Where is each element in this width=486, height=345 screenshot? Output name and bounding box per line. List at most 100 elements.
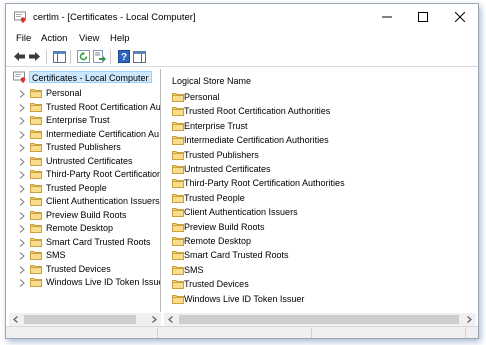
column-header-logical-store-name[interactable]: Logical Store Name xyxy=(172,76,251,86)
scroll-left-button[interactable] xyxy=(164,313,177,326)
properties-button[interactable] xyxy=(132,49,147,64)
scroll-right-button[interactable] xyxy=(463,313,476,326)
list-item-label: Personal xyxy=(184,92,220,102)
tree-item-label: Preview Build Roots xyxy=(46,209,127,220)
list-item-label: Remote Desktop xyxy=(184,236,252,246)
chevron-right-icon[interactable] xyxy=(19,238,25,247)
tree-item-label: Trusted Devices xyxy=(46,263,111,274)
close-icon xyxy=(455,12,465,22)
tree-item-label: SMS xyxy=(46,250,66,260)
scroll-left-button[interactable] xyxy=(9,313,22,326)
tree-item-label: Windows Live ID Token Issuer xyxy=(46,277,161,287)
tree-item[interactable]: Trusted Devices xyxy=(9,263,160,276)
list-item-label: Smart Card Trusted Roots xyxy=(184,250,289,261)
tree-item[interactable]: Trusted People xyxy=(9,182,160,195)
folder-icon xyxy=(172,164,184,174)
tree-item-label: Client Authentication Issuers xyxy=(46,196,160,206)
tree-item[interactable]: Trusted Publishers xyxy=(9,141,160,154)
tree-item[interactable]: Smart Card Trusted Roots xyxy=(9,236,160,249)
folder-icon xyxy=(30,169,42,179)
status-cell xyxy=(312,328,466,338)
app-window: certlm - [Certificates - Local Computer]… xyxy=(5,3,479,339)
tree-item[interactable]: Third-Party Root Certification xyxy=(9,168,161,181)
help-button[interactable]: ? xyxy=(116,49,131,64)
chevron-right-icon[interactable] xyxy=(19,265,25,274)
chevron-right-icon[interactable] xyxy=(19,225,25,233)
chevron-right-icon[interactable] xyxy=(19,171,25,179)
folder-icon xyxy=(172,236,184,246)
menu-action[interactable]: Action xyxy=(41,33,67,44)
tree-item[interactable]: Untrusted Certificates xyxy=(9,155,160,168)
tree-item[interactable]: Enterprise Trust xyxy=(9,114,160,127)
folder-icon xyxy=(172,222,184,232)
tree-item-label: Third-Party Root Certification xyxy=(46,169,161,179)
chevron-left-icon xyxy=(13,316,18,323)
list-item-label: SMS xyxy=(184,264,204,275)
chevron-right-icon[interactable] xyxy=(19,117,25,125)
tree-item[interactable]: SMS xyxy=(9,249,160,262)
chevron-left-icon xyxy=(168,316,173,323)
folder-icon xyxy=(30,264,42,274)
chevron-right-icon[interactable] xyxy=(19,184,25,193)
chevron-right-icon[interactable] xyxy=(19,252,25,260)
chevron-right-icon[interactable] xyxy=(19,279,25,287)
chevron-right-icon[interactable] xyxy=(19,157,25,166)
tree-item[interactable]: Intermediate Certification Au xyxy=(9,128,160,141)
properties-icon xyxy=(133,50,146,63)
scroll-right-button[interactable] xyxy=(148,313,161,326)
tree-item[interactable]: Remote Desktop xyxy=(9,222,160,235)
forward-button[interactable] xyxy=(27,49,42,64)
show-console-tree-button[interactable] xyxy=(52,49,67,64)
close-button[interactable] xyxy=(442,4,478,30)
folder-icon xyxy=(30,183,42,193)
menu-view[interactable]: View xyxy=(79,33,99,44)
scroll-thumb[interactable] xyxy=(179,315,459,324)
folder-icon xyxy=(30,156,42,166)
folder-icon xyxy=(172,92,184,102)
tree-item[interactable]: Trusted Root Certification Au xyxy=(9,101,160,114)
tree-item[interactable]: Preview Build Roots xyxy=(9,209,160,222)
folder-icon xyxy=(172,150,184,160)
list-item-label: Untrusted Certificates xyxy=(184,164,271,174)
folder-icon xyxy=(30,196,42,206)
tree-horizontal-scrollbar[interactable] xyxy=(9,313,161,326)
tree-item[interactable]: Windows Live ID Token Issuer xyxy=(9,276,161,289)
export-list-button[interactable] xyxy=(92,49,107,64)
folder-icon xyxy=(30,277,42,287)
toolbar-separator xyxy=(70,50,71,64)
tree-item[interactable]: Personal xyxy=(9,87,160,100)
back-arrow-icon xyxy=(14,52,25,61)
folder-icon xyxy=(172,294,184,304)
list-item-label: Trusted Publishers xyxy=(184,149,259,160)
chevron-right-icon[interactable] xyxy=(19,90,25,98)
list-item-label: Intermediate Certification Authorities xyxy=(184,135,329,146)
back-button[interactable] xyxy=(12,49,27,64)
chevron-right-icon[interactable] xyxy=(19,211,25,220)
chevron-right-icon[interactable] xyxy=(19,198,25,206)
folder-icon xyxy=(30,88,42,98)
folder-icon xyxy=(172,135,184,146)
tree-item[interactable]: Client Authentication Issuers xyxy=(9,195,160,208)
list-item-label: Preview Build Roots xyxy=(184,221,265,232)
chevron-right-icon[interactable] xyxy=(19,130,25,139)
certificates-snapin-icon xyxy=(13,71,26,83)
menu-help[interactable]: Help xyxy=(110,33,130,44)
list-item-label: Enterprise Trust xyxy=(184,120,248,131)
maximize-button[interactable] xyxy=(405,4,441,30)
minimize-button[interactable] xyxy=(369,4,405,30)
tree-item-label: Smart Card Trusted Roots xyxy=(46,236,151,247)
toolbar-separator xyxy=(110,50,111,64)
folder-icon xyxy=(30,210,42,220)
refresh-icon xyxy=(77,50,90,63)
chevron-right-icon[interactable] xyxy=(19,144,25,152)
list-horizontal-scrollbar[interactable] xyxy=(164,313,476,326)
chevron-right-icon[interactable] xyxy=(19,103,25,112)
tree-item-label: Trusted Publishers xyxy=(46,142,121,152)
status-cell xyxy=(158,328,312,338)
tree-item-label: Trusted People xyxy=(46,182,107,193)
menu-file[interactable]: File xyxy=(16,33,31,44)
tree-root[interactable]: Certificates - Local Computer xyxy=(10,71,156,84)
scroll-thumb[interactable] xyxy=(24,315,136,324)
list-item-label: Client Authentication Issuers xyxy=(184,207,298,218)
refresh-button[interactable] xyxy=(76,49,91,64)
